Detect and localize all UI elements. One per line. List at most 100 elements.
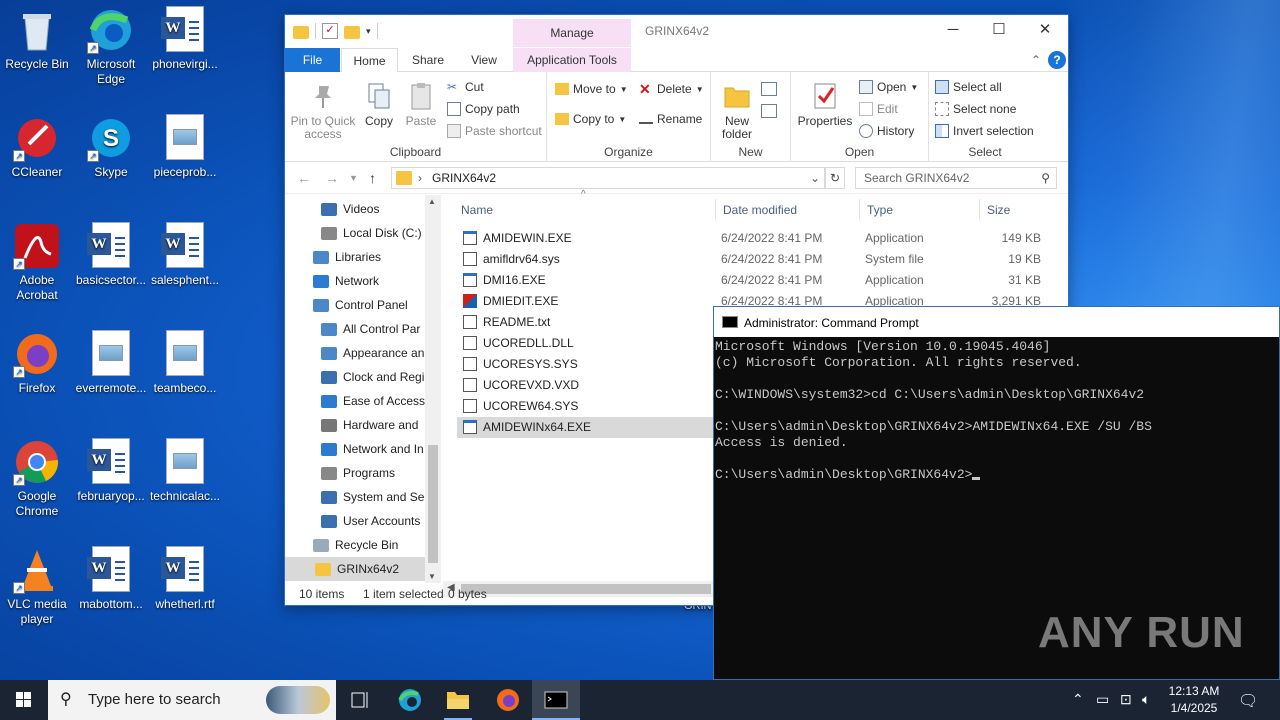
nav-item[interactable]: User Accounts bbox=[321, 509, 420, 533]
console-output[interactable]: Microsoft Windows [Version 10.0.19045.40… bbox=[714, 337, 1279, 485]
tab-application-tools[interactable]: Application Tools bbox=[513, 48, 631, 72]
nav-scroll-thumb[interactable] bbox=[428, 445, 438, 563]
new-folder-button[interactable]: New folder bbox=[715, 80, 759, 141]
help-icon[interactable]: ? bbox=[1048, 51, 1066, 69]
edit-button[interactable]: Edit bbox=[859, 102, 898, 116]
taskbar-cmd-button[interactable] bbox=[532, 680, 580, 720]
volume-icon[interactable]: 🔈︎ bbox=[1142, 691, 1150, 708]
properties-button[interactable]: Properties bbox=[795, 80, 855, 128]
column-header-date[interactable]: Date modified bbox=[723, 203, 797, 217]
refresh-icon[interactable]: ↻ bbox=[825, 167, 845, 189]
ribbon-collapse-icon[interactable]: ⌃ bbox=[1028, 48, 1044, 72]
rename-button[interactable]: Rename bbox=[639, 112, 702, 126]
paste-shortcut-button[interactable]: Paste shortcut bbox=[447, 124, 542, 138]
display-tray-icon[interactable]: ⊡ bbox=[1120, 691, 1132, 708]
properties-check-icon[interactable]: ✓ bbox=[322, 23, 338, 39]
desktop-icon[interactable]: ↗ CCleaner bbox=[0, 114, 74, 180]
desktop-icon[interactable]: Wbasicsector... bbox=[74, 222, 148, 288]
history-button[interactable]: History bbox=[859, 124, 914, 138]
back-arrow-icon[interactable]: ← bbox=[297, 170, 311, 186]
cmd-titlebar[interactable]: Administrator: Command Prompt bbox=[714, 307, 1279, 337]
nav-item[interactable]: Libraries bbox=[313, 245, 381, 269]
nav-item[interactable]: Ease of Access bbox=[321, 389, 425, 413]
copy-button[interactable]: Copy bbox=[359, 80, 399, 128]
file-row[interactable]: DMI16.EXE 6/24/2022 8:41 PM Application 31 … bbox=[457, 270, 1041, 291]
minimize-button[interactable]: ─ bbox=[930, 15, 976, 45]
desktop-icon[interactable]: Recycle Bin bbox=[0, 6, 74, 72]
copy-to-button[interactable]: Copy to ▼ bbox=[555, 112, 626, 126]
scroll-up-icon[interactable]: ▲ bbox=[428, 197, 436, 206]
notification-icon[interactable]: 🗨︎ bbox=[1238, 691, 1258, 711]
forward-arrow-icon[interactable]: → bbox=[325, 170, 339, 186]
scroll-down-icon[interactable]: ▼ bbox=[428, 572, 436, 581]
nav-item[interactable]: GRINx64v2 bbox=[285, 557, 425, 581]
move-to-button[interactable]: Move to ▼ bbox=[555, 82, 628, 96]
nav-item[interactable]: Hardware and bbox=[321, 413, 418, 437]
nav-scrollbar[interactable]: ▲ ▼ bbox=[425, 195, 441, 583]
taskbar-edge-button[interactable] bbox=[386, 680, 434, 720]
search-input[interactable]: Search GRINX64v2 ⚲ bbox=[855, 167, 1057, 189]
column-header-size[interactable]: Size bbox=[987, 203, 1010, 217]
new-folder-icon[interactable] bbox=[344, 25, 360, 39]
tab-view[interactable]: View bbox=[459, 48, 509, 72]
nav-item[interactable]: Appearance an bbox=[321, 341, 424, 365]
nav-item[interactable]: System and Sec bbox=[321, 485, 430, 509]
delete-button[interactable]: ✕ Delete ▼ bbox=[639, 82, 704, 96]
tab-file[interactable]: File bbox=[285, 48, 340, 72]
copy-path-button[interactable]: Copy path bbox=[447, 102, 520, 116]
column-header-name[interactable]: Name bbox=[461, 203, 493, 217]
close-button[interactable]: ✕ bbox=[1022, 15, 1068, 45]
tab-home[interactable]: Home bbox=[341, 48, 398, 73]
desktop-icon[interactable]: pieceprob... bbox=[148, 114, 222, 180]
desktop-icon[interactable]: technicalac... bbox=[148, 438, 222, 504]
recent-chevron-icon[interactable]: ▼ bbox=[349, 173, 358, 183]
breadcrumb[interactable]: GRINX64v2 bbox=[432, 171, 496, 185]
desktop-icon[interactable]: Wfebruaryop... bbox=[74, 438, 148, 504]
desktop-icon[interactable]: Wmabottom... bbox=[74, 546, 148, 612]
maximize-button[interactable]: ☐ bbox=[976, 15, 1022, 45]
start-button[interactable] bbox=[0, 680, 48, 720]
desktop-icon[interactable]: ↗ Microsoft Edge bbox=[74, 6, 148, 87]
nav-item[interactable]: Local Disk (C:) bbox=[321, 221, 422, 245]
nav-item[interactable]: Control Panel bbox=[313, 293, 408, 317]
column-header-type[interactable]: Type bbox=[867, 203, 893, 217]
nav-item[interactable]: Clock and Regi bbox=[321, 365, 424, 389]
desktop-icon[interactable]: Wsalesphent... bbox=[148, 222, 222, 288]
desktop-icon[interactable]: Wwhetherl.rtf bbox=[148, 546, 222, 612]
manage-tab[interactable]: Manage bbox=[513, 19, 631, 47]
system-clock[interactable]: 12:13 AM 1/4/2025 bbox=[1164, 683, 1224, 717]
qat-dropdown-icon[interactable]: ▾ bbox=[366, 26, 371, 37]
task-view-button[interactable] bbox=[336, 680, 384, 720]
nav-item[interactable]: Programs bbox=[321, 461, 395, 485]
desktop-icon[interactable]: Wphonevirgi... bbox=[148, 6, 222, 72]
network-tray-icon[interactable]: ▭ bbox=[1096, 691, 1109, 708]
file-row[interactable]: AMIDEWIN.EXE 6/24/2022 8:41 PM Application… bbox=[457, 228, 1041, 249]
nav-item[interactable]: Network and In bbox=[321, 437, 424, 461]
file-row[interactable]: amifldrv64.sys 6/24/2022 8:41 PM System fi… bbox=[457, 249, 1041, 270]
desktop-icon[interactable]: ↗ Adobe Acrobat bbox=[0, 222, 74, 303]
desktop-icon[interactable]: ↗ Google Chrome bbox=[0, 438, 74, 519]
pin-quick-access-button[interactable]: Pin to Quick access bbox=[289, 80, 357, 141]
desktop-icon[interactable]: everremote... bbox=[74, 330, 148, 396]
taskbar-explorer-button[interactable] bbox=[434, 680, 482, 720]
nav-item[interactable]: Recycle Bin bbox=[313, 533, 398, 557]
folder-icon[interactable] bbox=[293, 25, 309, 39]
show-hidden-icons-chevron-icon[interactable]: ⌃ bbox=[1072, 691, 1084, 708]
easy-access-icon[interactable] bbox=[761, 104, 777, 118]
taskbar-firefox-button[interactable] bbox=[484, 680, 532, 720]
new-item-icon[interactable] bbox=[761, 82, 777, 96]
address-field[interactable]: › GRINX64v2 ⌄ bbox=[391, 167, 825, 189]
paste-button[interactable]: Paste bbox=[401, 80, 441, 128]
breadcrumb-chevron-icon[interactable]: › bbox=[418, 171, 422, 185]
cut-button[interactable]: ✂ Cut bbox=[447, 80, 484, 94]
nav-item[interactable]: Videos bbox=[321, 197, 379, 221]
invert-selection-button[interactable]: Invert selection bbox=[935, 124, 1034, 138]
select-none-button[interactable]: Select none bbox=[935, 102, 1016, 116]
desktop-icon[interactable]: ↗ VLC media player bbox=[0, 546, 74, 627]
select-all-button[interactable]: Select all bbox=[935, 80, 1002, 94]
address-dropdown-icon[interactable]: ⌄ bbox=[810, 171, 820, 185]
tab-share[interactable]: Share bbox=[405, 48, 451, 72]
explorer-titlebar[interactable]: ✓ ▾ Manage GRINX64v2 ─ ☐ ✕ bbox=[285, 15, 1068, 48]
nav-item[interactable]: Network bbox=[313, 269, 379, 293]
up-arrow-icon[interactable]: ↑ bbox=[369, 170, 376, 186]
